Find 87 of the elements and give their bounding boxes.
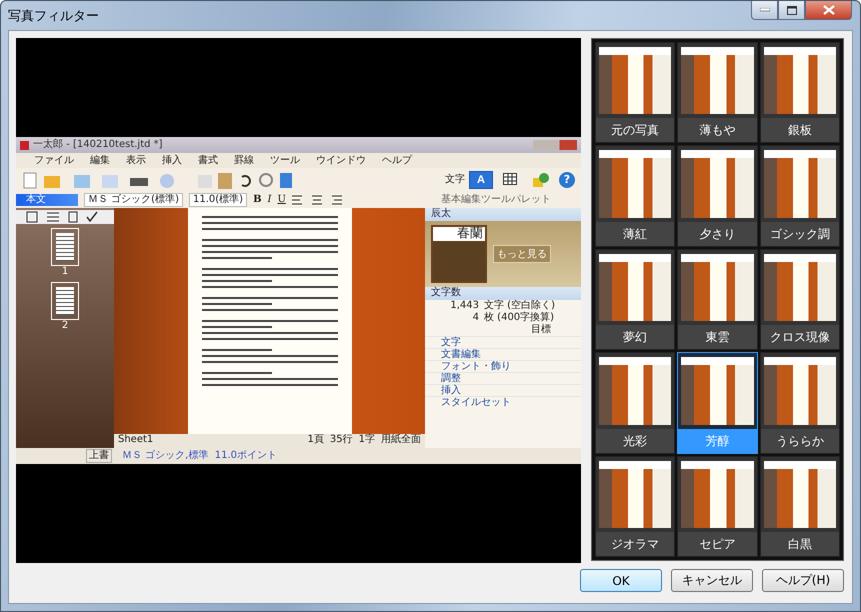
- dialog-button[interactable]: ヘルプ(H): [762, 569, 844, 592]
- app-logo-icon: [20, 140, 29, 150]
- filter-option[interactable]: 白黒: [760, 456, 840, 557]
- font-status: ＭＳ ゴシック,標準 11.0ポイント: [122, 450, 277, 462]
- page-number: 2: [62, 320, 68, 332]
- format-button[interactable]: U: [277, 194, 286, 206]
- section-title: 辰太: [431, 208, 451, 219]
- format-button[interactable]: I: [268, 194, 272, 206]
- count-unit: 枚 (400字換算): [484, 312, 554, 324]
- format-button[interactable]: B: [253, 194, 262, 206]
- close-button[interactable]: [805, 1, 852, 20]
- filter-label: 銀板: [760, 118, 839, 142]
- sheet-tab[interactable]: Sheet1: [118, 434, 154, 448]
- filter-option[interactable]: ジオラマ: [595, 456, 676, 557]
- filter-label: ゴシック調: [760, 222, 839, 246]
- book-title: 春蘭: [457, 227, 484, 241]
- style-dropdown[interactable]: 本文: [16, 194, 78, 206]
- filter-label: 白黒: [760, 532, 839, 556]
- photo-placeholder: [433, 241, 485, 281]
- filter-label: 薄紅: [596, 222, 674, 246]
- filter-option[interactable]: 東雲: [677, 248, 758, 350]
- page-status: 1頁: [308, 434, 324, 447]
- close-icon: [822, 5, 834, 15]
- filter-label: 芳醇: [678, 428, 757, 453]
- count-value: 1,443: [449, 300, 479, 312]
- mode-tab[interactable]: A: [469, 171, 493, 189]
- window-controls-icon: [533, 140, 577, 150]
- filter-option[interactable]: 光彩: [595, 352, 676, 454]
- menu-item[interactable]: 書式: [198, 154, 218, 166]
- section-title: 文字数: [431, 287, 461, 298]
- filter-label: 元の写真: [596, 118, 674, 142]
- menu-item[interactable]: 挿入: [162, 154, 182, 166]
- palette-category[interactable]: フォント・飾り: [425, 360, 581, 372]
- maximize-button[interactable]: [778, 1, 805, 20]
- filter-label: 東雲: [678, 325, 757, 350]
- font-dropdown[interactable]: ＭＳ ゴシック(標準): [84, 193, 183, 207]
- minimize-button[interactable]: [751, 1, 778, 20]
- count-value: 4: [472, 312, 479, 324]
- menu-item[interactable]: 表示: [126, 154, 146, 166]
- filter-label: ジオラマ: [596, 532, 674, 556]
- filter-label: うららか: [760, 428, 839, 453]
- filter-option[interactable]: 薄紅: [595, 145, 676, 247]
- maximize-icon: [786, 6, 796, 14]
- menu-item[interactable]: ツール: [270, 154, 300, 166]
- count-unit: 文字 (空白除く): [484, 300, 555, 312]
- page-status: 用紙全面: [381, 434, 421, 447]
- filter-option[interactable]: セピア: [677, 456, 758, 557]
- minimize-icon: [760, 8, 770, 12]
- filter-label: セピア: [678, 532, 757, 556]
- filter-option[interactable]: ゴシック調: [760, 145, 840, 247]
- page-status: 1字: [358, 434, 375, 447]
- filter-option[interactable]: 夕さり: [677, 145, 758, 247]
- filter-label: クロス現像: [760, 325, 839, 350]
- filter-label: 光彩: [596, 428, 674, 453]
- app-title: 一太郎 - [140210test.jtd *]: [33, 139, 164, 151]
- filter-label: 夕さり: [678, 222, 757, 246]
- dialog-button[interactable]: OK: [580, 569, 662, 592]
- overwrite-status: 上書: [86, 449, 112, 463]
- filter-option[interactable]: 銀板: [760, 42, 840, 144]
- palette-category[interactable]: 調整: [425, 372, 581, 384]
- page-number: 1: [62, 266, 68, 278]
- goal-label: 目標: [531, 324, 551, 336]
- size-dropdown[interactable]: 11.0(標準): [188, 193, 248, 207]
- menu-item[interactable]: 罫線: [234, 154, 254, 166]
- page-thumbnail[interactable]: [51, 282, 79, 320]
- filter-label: 薄もや: [678, 118, 757, 142]
- mode-label: 文字: [445, 174, 465, 186]
- dialog-button[interactable]: キャンセル: [671, 569, 753, 592]
- menu-item[interactable]: 編集: [90, 154, 110, 166]
- palette-category[interactable]: 文字: [425, 336, 581, 348]
- window-title: 写真フィルター: [8, 8, 99, 25]
- page-thumbnail[interactable]: [51, 228, 79, 266]
- palette-category[interactable]: 文書編集: [425, 348, 581, 360]
- menu-item[interactable]: ファイル: [34, 154, 74, 166]
- filter-label: 夢幻: [596, 325, 674, 350]
- filter-option[interactable]: クロス現像: [760, 248, 840, 350]
- palette-title: 基本編集ツールパレット: [441, 194, 552, 206]
- filter-option[interactable]: うららか: [760, 352, 840, 454]
- palette-category[interactable]: スタイルセット: [425, 396, 581, 408]
- menu-item[interactable]: ヘルプ: [382, 154, 412, 166]
- menu-item[interactable]: ウインドウ: [316, 154, 366, 166]
- filter-option[interactable]: 夢幻: [595, 248, 676, 350]
- filter-option[interactable]: 元の写真: [595, 42, 676, 144]
- page-status: 35行: [330, 434, 353, 447]
- filter-option[interactable]: 薄もや: [677, 42, 758, 144]
- palette-category[interactable]: 挿入: [425, 384, 581, 396]
- help-button[interactable]: ?: [559, 172, 575, 188]
